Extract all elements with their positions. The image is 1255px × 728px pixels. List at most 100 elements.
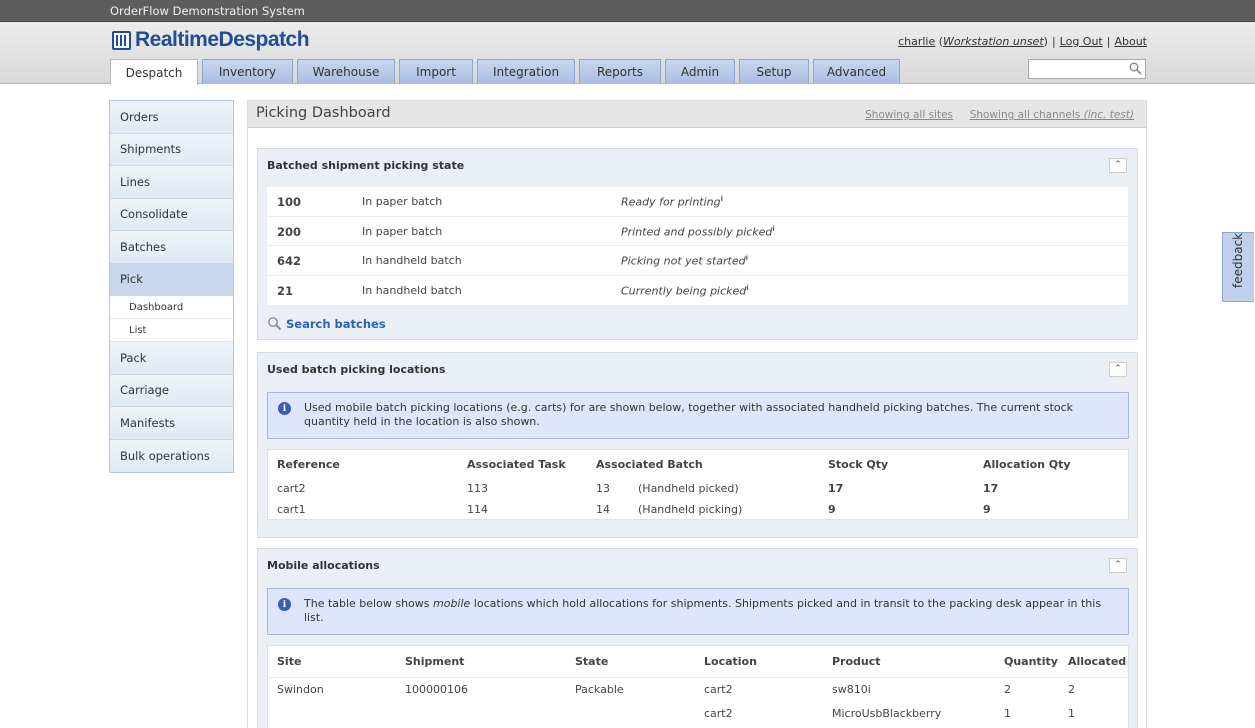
sidebar-item-consolidate[interactable]: Consolidate (110, 198, 233, 231)
column-header: Product (832, 655, 881, 668)
tab-advanced[interactable]: Advanced (813, 59, 900, 84)
shipment-link[interactable]: 100000106 (405, 683, 468, 696)
column-header: State (575, 655, 609, 668)
column-header: Location (704, 655, 757, 668)
column-header: Reference (277, 458, 340, 471)
quantity-cell: 1 (1004, 707, 1011, 720)
task-link[interactable]: 114 (467, 503, 488, 516)
batch-link[interactable]: 14 (596, 503, 610, 516)
state-count[interactable]: 200 (277, 225, 301, 239)
table-row[interactable]: 642 In handheld batch Picking not yet st… (267, 246, 1128, 276)
tab-import[interactable]: Import (399, 59, 473, 84)
quantity-cell: 2 (1004, 683, 1011, 696)
search-input[interactable] (1029, 60, 1125, 78)
collapse-icon[interactable]: ⌃ (1109, 158, 1127, 173)
info-icon[interactable]: i (772, 225, 774, 233)
search-batches-label: Search batches (286, 316, 386, 331)
location-link[interactable]: cart2 (704, 683, 733, 696)
sidebar-subitem-dashboard[interactable]: Dashboard (110, 296, 233, 319)
stock-qty: 17 (828, 482, 844, 495)
workstation-link[interactable]: Workstation unset (943, 35, 1044, 48)
tab-setup[interactable]: Setup (739, 59, 809, 84)
state-desc: Printed and possibly pickedi (621, 224, 775, 239)
filter-channels-label: Showing all channels (969, 109, 1081, 121)
panel-title: Batched shipment picking state (267, 159, 465, 172)
logo-text: RealtimeDespatch (135, 28, 310, 51)
column-header: Quantity (1004, 655, 1058, 668)
filter-channels-link[interactable]: Showing all channels (inc. test) (970, 109, 1134, 121)
info-icon[interactable]: i (721, 195, 723, 203)
sidebar-subitem-list[interactable]: List (110, 319, 233, 342)
filter-sites-link[interactable]: Showing all sites (865, 109, 953, 121)
sidebar-item-manifests[interactable]: Manifests (110, 407, 233, 440)
sidebar-item-carriage[interactable]: Carriage (110, 374, 233, 407)
state-count[interactable]: 100 (277, 195, 301, 209)
logout-link[interactable]: Log Out (1060, 35, 1103, 48)
locations-table: Reference Associated Task Associated Bat… (267, 449, 1129, 520)
global-search (1028, 59, 1146, 79)
sidebar-item-orders[interactable]: Orders (110, 101, 233, 134)
column-header: Allocated (1068, 655, 1127, 668)
search-batches-link[interactable]: Search batches (267, 316, 386, 331)
sidebar-item-shipments[interactable]: Shipments (110, 133, 233, 166)
info-icon[interactable]: i (746, 254, 748, 262)
stock-qty: 9 (828, 503, 836, 516)
system-name: OrderFlow Demonstration System (110, 4, 305, 18)
task-link[interactable]: 113 (467, 482, 488, 495)
sidebar-item-pack[interactable]: Pack (110, 342, 233, 375)
main-tabs: Despatch Inventory Warehouse Import Inte… (110, 59, 900, 85)
state-count[interactable]: 642 (277, 254, 301, 268)
panel-title: Used batch picking locations (267, 363, 446, 376)
column-header: Shipment (405, 655, 465, 668)
location-link[interactable]: cart2 (704, 707, 733, 720)
tab-warehouse[interactable]: Warehouse (297, 59, 395, 84)
tab-admin[interactable]: Admin (665, 59, 735, 84)
picking-locations-panel: Used batch picking locations ⌃ i Used mo… (257, 352, 1138, 538)
tab-reports[interactable]: Reports (579, 59, 661, 84)
tab-integration[interactable]: Integration (477, 59, 575, 84)
site-cell: Swindon (277, 683, 324, 696)
sidebar-item-lines[interactable]: Lines (110, 166, 233, 199)
main-content: Picking Dashboard Showing all sites Show… (247, 100, 1147, 728)
tab-despatch[interactable]: Despatch (110, 59, 198, 85)
state-desc: Picking not yet startedi (621, 254, 748, 268)
state-desc: Currently being pickedi (621, 283, 749, 298)
mobile-allocations-panel: Mobile allocations ⌃ i The table below s… (257, 548, 1138, 728)
state-type: In paper batch (362, 195, 443, 208)
logo[interactable]: RealtimeDespatch (112, 28, 310, 52)
sidebar-item-bulk-operations[interactable]: Bulk operations (110, 439, 233, 472)
search-icon[interactable] (1129, 62, 1142, 78)
column-header: Allocation Qty (983, 458, 1071, 471)
sidebar: Orders Shipments Lines Consolidate Batch… (109, 100, 234, 473)
batch-link[interactable]: 13 (596, 482, 610, 495)
system-bar: OrderFlow Demonstration System (0, 0, 1255, 22)
product-link[interactable]: MicroUsbBlackberry (832, 707, 941, 720)
state-count[interactable]: 21 (277, 284, 293, 298)
about-link[interactable]: About (1114, 35, 1147, 48)
picking-state-table: 100 In paper batch Ready for printingi 2… (267, 187, 1128, 305)
table-row[interactable]: 21 In handheld batch Currently being pic… (267, 276, 1128, 306)
batched-picking-panel: Batched shipment picking state ⌃ 100 In … (257, 148, 1138, 340)
filters: Showing all sites Showing all channels (… (865, 109, 1134, 121)
location-ref-link[interactable]: cart1 (277, 503, 306, 516)
sidebar-item-batches[interactable]: Batches (110, 231, 233, 264)
table-row[interactable]: 200 In paper batch Printed and possibly … (267, 217, 1128, 246)
collapse-icon[interactable]: ⌃ (1109, 558, 1127, 573)
state-type: In handheld batch (362, 283, 462, 297)
collapse-icon[interactable]: ⌃ (1109, 362, 1127, 377)
info-icon: i (278, 402, 291, 415)
feedback-tab[interactable]: feedback (1222, 232, 1254, 302)
state-cell: Packable (575, 683, 624, 696)
info-icon[interactable]: i (746, 284, 748, 292)
table-row[interactable]: 100 In paper batch Ready for printingi (267, 187, 1128, 217)
header: RealtimeDespatch charlie (Workstation un… (0, 22, 1255, 85)
product-link[interactable]: sw810i (832, 683, 871, 696)
info-box: i The table below shows mobile locations… (267, 588, 1129, 635)
user-name-link[interactable]: charlie (898, 35, 935, 48)
column-header: Associated Batch (596, 458, 703, 471)
tab-inventory[interactable]: Inventory (202, 59, 293, 84)
allocation-qty: 17 (983, 482, 999, 495)
feedback-label: feedback (1231, 232, 1245, 288)
location-ref-link[interactable]: cart2 (277, 482, 306, 495)
sidebar-item-pick[interactable]: Pick (110, 263, 233, 296)
